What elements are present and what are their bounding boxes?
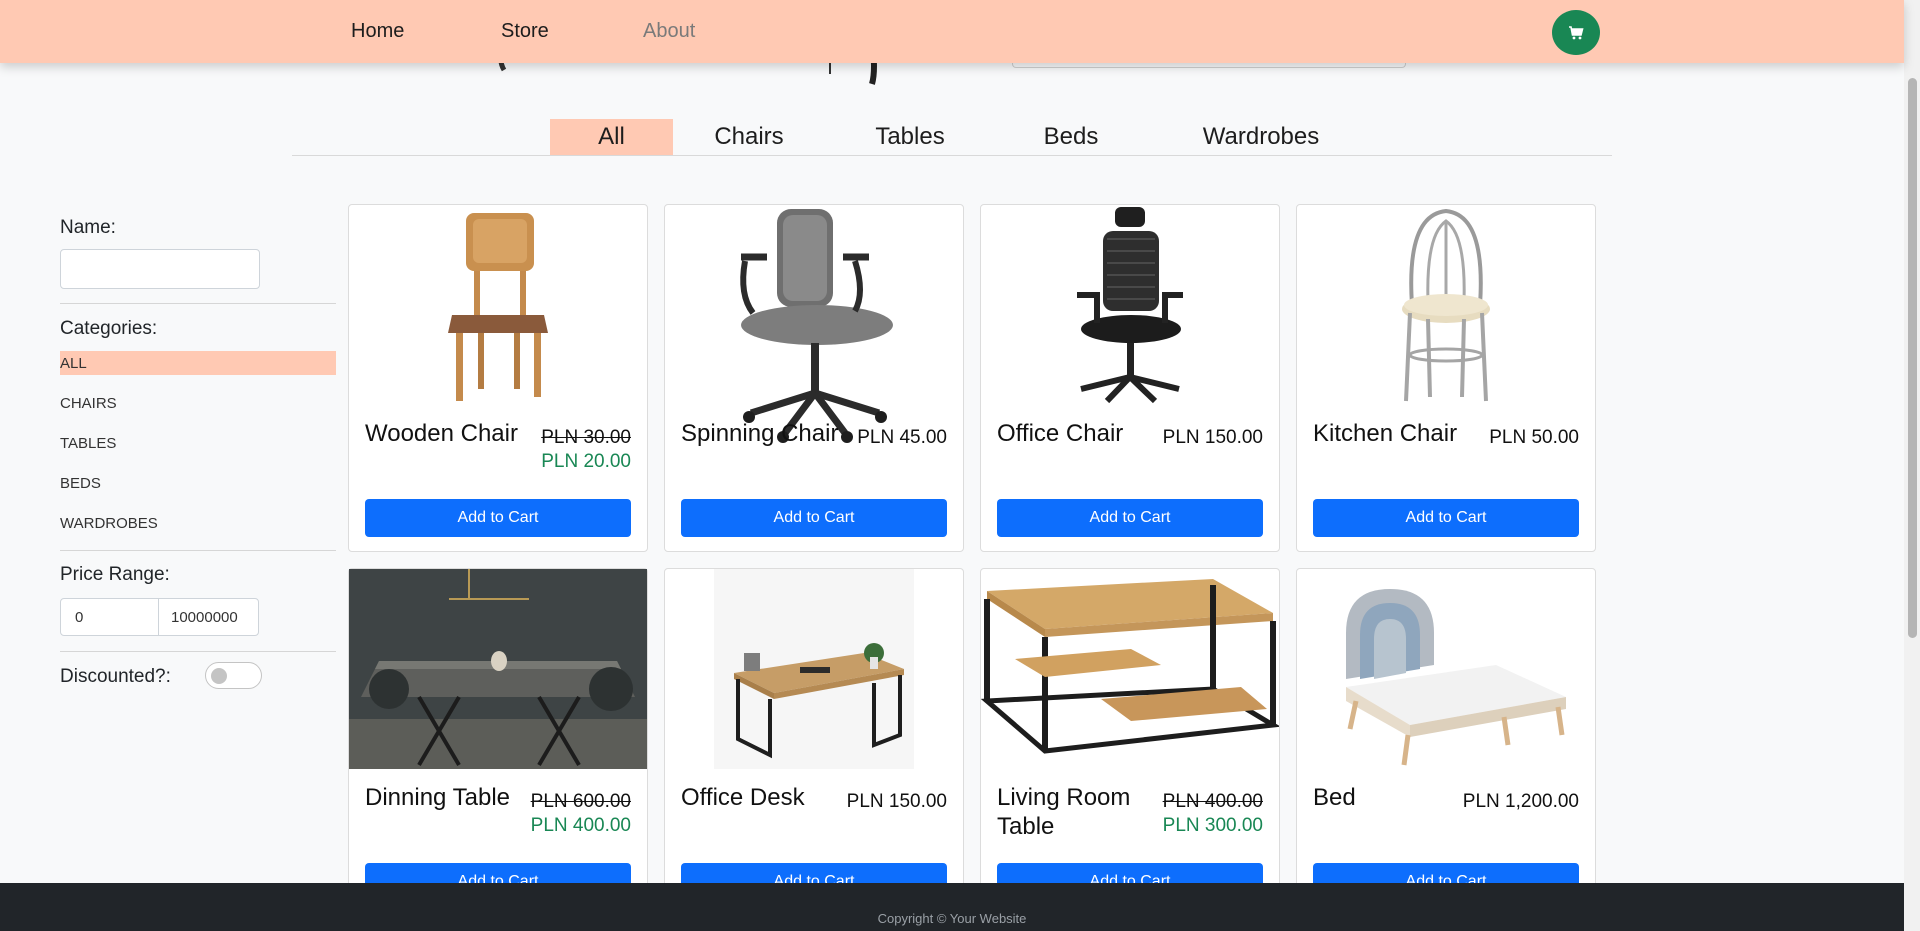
product-image-spinning-chair: [665, 205, 963, 443]
product-image-office-chair: [981, 205, 1279, 405]
product-name: Dinning Table: [365, 784, 510, 811]
product-image-office-desk: [665, 569, 963, 769]
product-price: PLN 50.00: [1489, 427, 1579, 448]
discounted-label: Discounted?:: [60, 666, 171, 687]
page-footer: Copyright © Your Website: [0, 883, 1904, 931]
price-max-input[interactable]: 10000000: [158, 598, 259, 636]
product-image-wooden-chair: [349, 205, 647, 405]
product-card: Spinning Chair PLN 45.00 Add to Cart: [664, 204, 964, 552]
product-name: Office Chair: [997, 420, 1124, 447]
category-item-chairs[interactable]: CHAIRS: [60, 391, 336, 415]
name-filter-label: Name:: [60, 217, 116, 238]
product-old-price: PLN 600.00: [530, 791, 631, 812]
product-old-price: PLN 30.00: [541, 427, 631, 448]
product-image-dinning-table: [349, 569, 647, 769]
product-image-living-room-table: [981, 569, 1279, 769]
price-range-label: Price Range:: [60, 564, 170, 585]
cart-button[interactable]: [1552, 10, 1600, 55]
nav-store-link[interactable]: Store: [501, 20, 549, 43]
product-price: PLN 45.00: [857, 427, 947, 448]
add-to-cart-button[interactable]: Add to Cart: [1313, 499, 1579, 537]
product-name: Wooden Chair: [365, 420, 518, 447]
page-scrollbar[interactable]: [1904, 0, 1920, 931]
add-to-cart-button[interactable]: Add to Cart: [681, 499, 947, 537]
category-item-wardrobes[interactable]: WARDROBES: [60, 511, 336, 535]
footer-copyright: Copyright © Your Website: [877, 911, 1027, 926]
divider: [60, 651, 336, 652]
divider: [60, 550, 336, 551]
category-item-all[interactable]: ALL: [60, 351, 336, 375]
cart-icon: [1569, 25, 1584, 39]
product-name: Living Room Table: [997, 784, 1131, 840]
top-navbar: Home Store About: [0, 0, 1904, 63]
nav-home-link[interactable]: Home: [351, 20, 404, 43]
divider: [60, 303, 336, 304]
price-min-input[interactable]: 0: [60, 598, 159, 636]
product-price: PLN 1,200.00: [1462, 791, 1579, 812]
product-card: Office Desk PLN 150.00 Add to Cart: [664, 568, 964, 916]
product-image-kitchen-chair: [1297, 205, 1595, 405]
nav-about-link[interactable]: About: [643, 20, 695, 43]
toggle-knob: [211, 668, 227, 684]
name-filter-input[interactable]: [60, 249, 260, 289]
product-sale-price: PLN 300.00: [1162, 815, 1263, 836]
product-card: Bed PLN 1,200.00 Add to Cart: [1296, 568, 1596, 916]
product-image-bed: [1297, 569, 1595, 769]
product-card: Office Chair PLN 150.00 Add to Cart: [980, 204, 1280, 552]
product-name: Kitchen Chair: [1313, 420, 1458, 447]
product-card: Living Room Table PLN 400.00 PLN 300.00 …: [980, 568, 1280, 916]
tab-tables[interactable]: Tables: [849, 119, 971, 155]
scrollbar-thumb[interactable]: [1908, 78, 1917, 638]
product-price: PLN 150.00: [846, 791, 947, 812]
product-name: Bed: [1313, 784, 1356, 811]
categories-label: Categories:: [60, 318, 158, 339]
product-card: Kitchen Chair PLN 50.00 Add to Cart: [1296, 204, 1596, 552]
tab-all[interactable]: All: [550, 119, 673, 155]
category-item-beds[interactable]: BEDS: [60, 471, 336, 495]
category-item-tables[interactable]: TABLES: [60, 431, 336, 455]
discounted-toggle[interactable]: [205, 662, 262, 689]
product-card: Wooden Chair PLN 30.00 PLN 20.00 Add to …: [348, 204, 648, 552]
product-sale-price: PLN 20.00: [541, 451, 631, 472]
tab-wardrobes[interactable]: Wardrobes: [1171, 119, 1351, 155]
add-to-cart-button[interactable]: Add to Cart: [997, 499, 1263, 537]
add-to-cart-button[interactable]: Add to Cart: [365, 499, 631, 537]
product-card: Dinning Table PLN 600.00 PLN 400.00 Add …: [348, 568, 648, 916]
category-tabs: All Chairs Tables Beds Wardrobes: [292, 119, 1612, 156]
tab-chairs[interactable]: Chairs: [688, 119, 810, 155]
product-price: PLN 150.00: [1162, 427, 1263, 448]
product-sale-price: PLN 400.00: [530, 815, 631, 836]
tab-beds[interactable]: Beds: [1010, 119, 1132, 155]
product-name: Office Desk: [681, 784, 805, 811]
product-name: Spinning Chair: [681, 420, 839, 447]
product-old-price: PLN 400.00: [1162, 791, 1263, 812]
